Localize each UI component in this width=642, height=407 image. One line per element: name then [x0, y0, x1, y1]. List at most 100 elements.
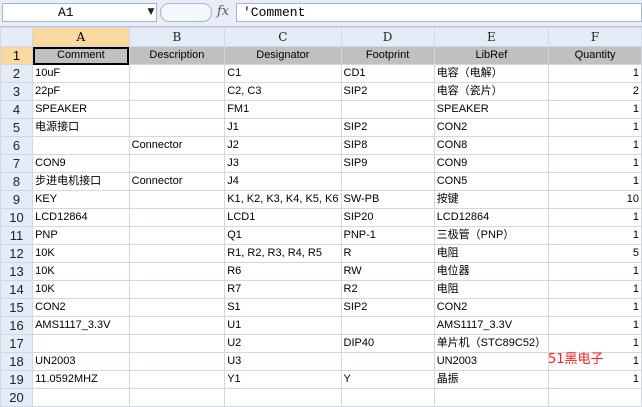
- row-header[interactable]: 19: [0, 370, 34, 389]
- cell[interactable]: 1: [548, 172, 642, 191]
- cell[interactable]: 1: [548, 316, 642, 335]
- cell[interactable]: CON9: [433, 154, 550, 173]
- cell[interactable]: UN2003: [433, 352, 550, 371]
- cell[interactable]: J4: [224, 172, 342, 191]
- row-header[interactable]: 10: [0, 208, 34, 227]
- cell[interactable]: PNP-1: [340, 226, 435, 245]
- cell[interactable]: [128, 352, 226, 371]
- cell[interactable]: CD1: [340, 64, 435, 83]
- cell[interactable]: [128, 280, 226, 299]
- cell[interactable]: 1: [548, 118, 642, 137]
- cell[interactable]: 10K: [32, 262, 130, 281]
- cell[interactable]: CON2: [433, 298, 550, 317]
- cell[interactable]: [128, 226, 226, 245]
- cell[interactable]: 1: [548, 154, 642, 173]
- cell[interactable]: LibRef: [433, 46, 550, 65]
- cell[interactable]: CON2: [32, 298, 130, 317]
- formula-input[interactable]: 'Comment: [236, 3, 642, 22]
- cell[interactable]: Q1: [224, 226, 342, 245]
- cell[interactable]: DIP40: [340, 334, 435, 353]
- cell[interactable]: [340, 316, 435, 335]
- cell[interactable]: LCD12864: [433, 208, 550, 227]
- cell[interactable]: 电阻: [433, 244, 550, 263]
- cell[interactable]: LCD12864: [32, 208, 130, 227]
- cell[interactable]: Y: [340, 370, 435, 389]
- cell[interactable]: SPEAKER: [433, 100, 550, 119]
- cell[interactable]: CON2: [433, 118, 550, 137]
- cell[interactable]: 1: [548, 298, 642, 317]
- row-header[interactable]: 5: [0, 118, 34, 137]
- cell[interactable]: 11.0592MHZ: [32, 370, 130, 389]
- cell[interactable]: U3: [224, 352, 342, 371]
- cell[interactable]: [128, 370, 226, 389]
- cell[interactable]: 电阻: [433, 280, 550, 299]
- cell[interactable]: 1: [548, 100, 642, 119]
- cell[interactable]: SIP20: [340, 208, 435, 227]
- formula-buttons[interactable]: [160, 3, 212, 22]
- cell[interactable]: 晶振: [433, 370, 550, 389]
- cell[interactable]: [128, 208, 226, 227]
- row-header[interactable]: 13: [0, 262, 34, 281]
- row-header[interactable]: 9: [0, 190, 34, 209]
- cell[interactable]: Comment: [32, 46, 130, 65]
- cell[interactable]: AMS1117_3.3V: [32, 316, 130, 335]
- cell[interactable]: [128, 82, 226, 101]
- cell[interactable]: 22pF: [32, 82, 130, 101]
- cell[interactable]: 按键: [433, 190, 550, 209]
- column-header[interactable]: E: [433, 27, 550, 47]
- cell[interactable]: CON5: [433, 172, 550, 191]
- column-header[interactable]: A: [32, 27, 130, 47]
- cell[interactable]: [32, 334, 130, 353]
- column-header[interactable]: C: [224, 27, 342, 47]
- cell[interactable]: 1: [548, 136, 642, 155]
- cell[interactable]: SIP9: [340, 154, 435, 173]
- column-header[interactable]: B: [128, 27, 226, 47]
- cell[interactable]: [340, 352, 435, 371]
- row-header[interactable]: 12: [0, 244, 34, 263]
- cell[interactable]: Designator: [224, 46, 342, 65]
- cell[interactable]: 单片机（STC89C52）: [433, 334, 550, 353]
- cell[interactable]: [32, 136, 130, 155]
- name-box[interactable]: A1: [2, 3, 157, 22]
- cell[interactable]: Y1: [224, 370, 342, 389]
- cell[interactable]: 5: [548, 244, 642, 263]
- row-header[interactable]: 11: [0, 226, 34, 245]
- row-header[interactable]: 15: [0, 298, 34, 317]
- cell[interactable]: [433, 388, 550, 407]
- cell[interactable]: R1, R2, R3, R4, R5: [224, 244, 342, 263]
- cell[interactable]: [128, 154, 226, 173]
- row-header[interactable]: 8: [0, 172, 34, 191]
- cell[interactable]: 2: [548, 82, 642, 101]
- cell[interactable]: 10K: [32, 280, 130, 299]
- cell[interactable]: 电源接口: [32, 118, 130, 137]
- cell[interactable]: UN2003: [32, 352, 130, 371]
- cell[interactable]: K1, K2, K3, K4, K5, K6: [224, 190, 342, 209]
- cell[interactable]: [128, 334, 226, 353]
- cell[interactable]: [128, 118, 226, 137]
- cell[interactable]: J3: [224, 154, 342, 173]
- cell[interactable]: [128, 190, 226, 209]
- cell[interactable]: U2: [224, 334, 342, 353]
- cell[interactable]: 1: [548, 280, 642, 299]
- cell[interactable]: [128, 298, 226, 317]
- cell[interactable]: [548, 388, 642, 407]
- cell[interactable]: J1: [224, 118, 342, 137]
- cell[interactable]: R6: [224, 262, 342, 281]
- cell[interactable]: 电容（电解）: [433, 64, 550, 83]
- cell[interactable]: 电容（瓷片）: [433, 82, 550, 101]
- cell[interactable]: [340, 388, 435, 407]
- cell[interactable]: S1: [224, 298, 342, 317]
- cell[interactable]: U1: [224, 316, 342, 335]
- cell[interactable]: PNP: [32, 226, 130, 245]
- cell[interactable]: 10K: [32, 244, 130, 263]
- row-header[interactable]: 16: [0, 316, 34, 335]
- row-header[interactable]: 18: [0, 352, 34, 371]
- cell[interactable]: [340, 172, 435, 191]
- row-header[interactable]: 4: [0, 100, 34, 119]
- select-all-corner[interactable]: [0, 27, 34, 47]
- cell[interactable]: [128, 100, 226, 119]
- cell[interactable]: AMS1117_3.3V: [433, 316, 550, 335]
- cell[interactable]: [128, 262, 226, 281]
- cell[interactable]: 三极管（PNP）: [433, 226, 550, 245]
- cell[interactable]: LCD1: [224, 208, 342, 227]
